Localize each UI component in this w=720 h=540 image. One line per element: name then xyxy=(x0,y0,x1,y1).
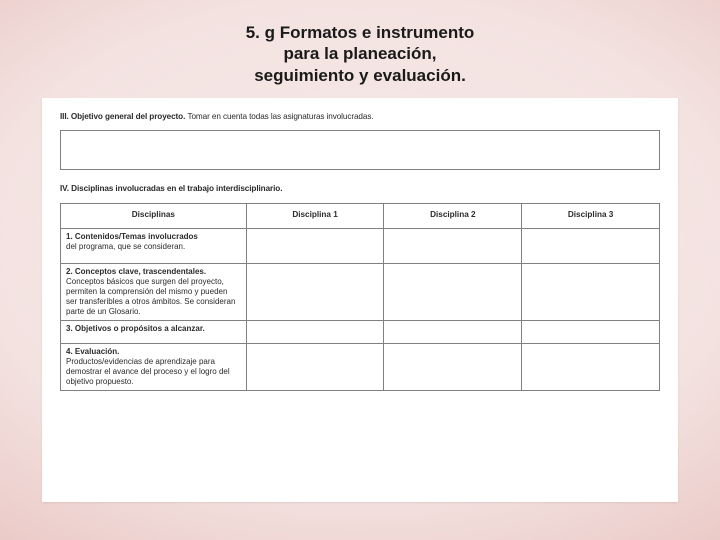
cell xyxy=(384,320,522,343)
section-iv-heading: IV. Disciplinas involucradas en el traba… xyxy=(60,184,660,194)
header-disciplinas: Disciplinas xyxy=(61,203,247,228)
title-rest-1: Formatos e instrumento xyxy=(280,23,475,42)
form-content: III. Objetivo general del proyecto. Toma… xyxy=(60,108,660,488)
cell xyxy=(384,343,522,390)
row-4-desc: Productos/evidencias de aprendizaje para… xyxy=(66,357,241,387)
row-1-desc: del programa, que se consideran. xyxy=(66,242,241,252)
header-disciplina-3: Disciplina 3 xyxy=(522,203,660,228)
section-iii-bold: III. Objetivo general del proyecto. xyxy=(60,112,185,121)
cell xyxy=(522,320,660,343)
row-3-title: 3. Objetivos o propósitos a alcanzar. xyxy=(66,324,241,334)
slide: 5. g Formatos e instrumento para la plan… xyxy=(0,0,720,540)
row-2-label: 2. Conceptos clave, trascendentales. Con… xyxy=(61,263,247,320)
embedded-form-page: III. Objetivo general del proyecto. Toma… xyxy=(42,98,678,502)
title-rest-3: seguimiento y evaluación. xyxy=(254,66,466,85)
header-disciplina-1: Disciplina 1 xyxy=(246,203,384,228)
row-4-title: 4. Evaluación. xyxy=(66,347,241,357)
row-3-label: 3. Objetivos o propósitos a alcanzar. xyxy=(61,320,247,343)
header-disciplina-2: Disciplina 2 xyxy=(384,203,522,228)
cell xyxy=(246,320,384,343)
cell xyxy=(246,263,384,320)
title-lead: 5. g xyxy=(246,23,275,42)
slide-title: 5. g Formatos e instrumento para la plan… xyxy=(0,22,720,86)
cell xyxy=(522,263,660,320)
row-2-desc: Conceptos básicos que surgen del proyect… xyxy=(66,277,241,317)
table-row: 4. Evaluación. Productos/evidencias de a… xyxy=(61,343,660,390)
table-row: 1. Contenidos/Temas involucrados del pro… xyxy=(61,228,660,263)
row-1-title: 1. Contenidos/Temas involucrados xyxy=(66,232,241,242)
title-rest-2: para la planeación, xyxy=(283,44,436,63)
cell xyxy=(384,228,522,263)
disciplines-table: Disciplinas Disciplina 1 Disciplina 2 Di… xyxy=(60,203,660,391)
row-2-title: 2. Conceptos clave, trascendentales. xyxy=(66,267,241,277)
cell xyxy=(522,228,660,263)
section-iii-empty-box xyxy=(60,130,660,170)
table-row: 3. Objetivos o propósitos a alcanzar. xyxy=(61,320,660,343)
row-1-label: 1. Contenidos/Temas involucrados del pro… xyxy=(61,228,247,263)
cell xyxy=(384,263,522,320)
cell xyxy=(522,343,660,390)
table-header-row: Disciplinas Disciplina 1 Disciplina 2 Di… xyxy=(61,203,660,228)
cell xyxy=(246,343,384,390)
table-row: 2. Conceptos clave, trascendentales. Con… xyxy=(61,263,660,320)
section-iii-rest: Tomar en cuenta todas las asignaturas in… xyxy=(187,112,373,121)
section-iii-heading: III. Objetivo general del proyecto. Toma… xyxy=(60,112,660,122)
cell xyxy=(246,228,384,263)
row-4-label: 4. Evaluación. Productos/evidencias de a… xyxy=(61,343,247,390)
